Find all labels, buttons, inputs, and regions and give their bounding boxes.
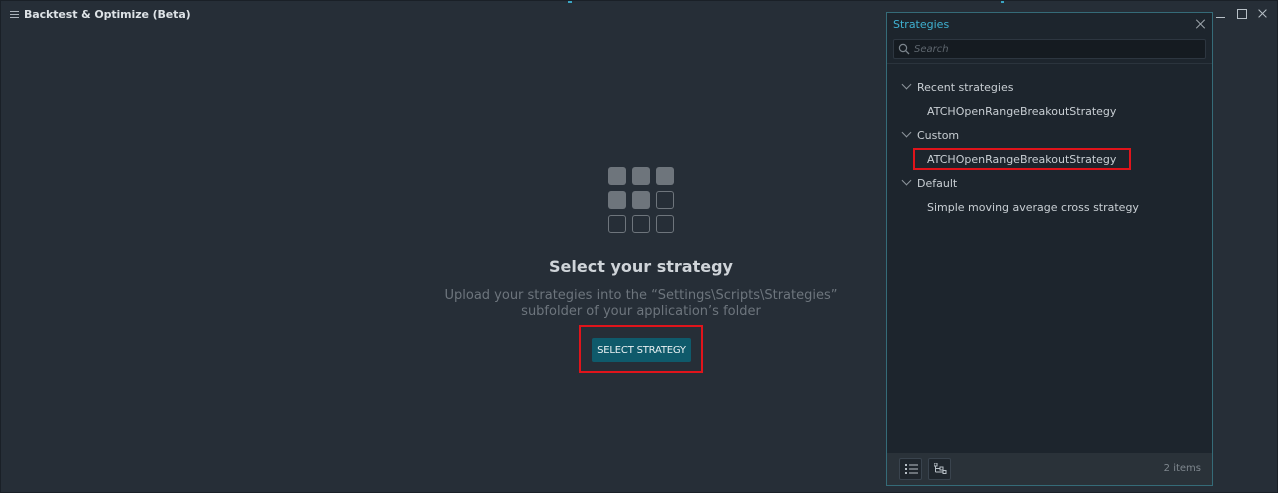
selection-highlight bbox=[913, 148, 1131, 170]
search-input[interactable] bbox=[914, 41, 1194, 57]
chevron-down-icon bbox=[901, 175, 912, 186]
close-icon[interactable] bbox=[1195, 18, 1207, 30]
tree-group-label: Default bbox=[917, 176, 958, 190]
maximize-icon[interactable] bbox=[1235, 7, 1248, 20]
tree-item[interactable]: ATCHOpenRangeBreakoutStrategy bbox=[887, 147, 1212, 171]
strategy-tree: Recent strategies ATCHOpenRangeBreakoutS… bbox=[887, 75, 1212, 219]
tree-item[interactable]: Simple moving average cross strategy bbox=[887, 195, 1212, 219]
list-view-button[interactable] bbox=[899, 458, 922, 480]
tree-group-default[interactable]: Default bbox=[887, 171, 1212, 195]
tree-group-recent[interactable]: Recent strategies bbox=[887, 75, 1212, 99]
close-window-icon[interactable] bbox=[1256, 7, 1269, 20]
window-title: Backtest & Optimize (Beta) bbox=[24, 8, 191, 21]
tree-item[interactable]: ATCHOpenRangeBreakoutStrategy bbox=[887, 99, 1212, 123]
panel-footer: 2 items bbox=[887, 453, 1212, 485]
description-line: subfolder of your application’s folder bbox=[521, 304, 761, 319]
select-strategy-highlight: SELECT STRATEGY bbox=[579, 325, 703, 373]
empty-state-title: Select your strategy bbox=[549, 257, 733, 276]
tree-item-label: ATCHOpenRangeBreakoutStrategy bbox=[927, 104, 1117, 118]
minimize-icon[interactable] bbox=[1214, 7, 1227, 20]
tree-group-label: Recent strategies bbox=[917, 80, 1014, 94]
tree-view-button[interactable] bbox=[928, 458, 951, 480]
tree-item-label: Simple moving average cross strategy bbox=[927, 200, 1139, 214]
search-box[interactable] bbox=[893, 39, 1206, 59]
tree-view-icon bbox=[934, 463, 947, 474]
strategy-grid-icon bbox=[608, 167, 674, 233]
select-strategy-button[interactable]: SELECT STRATEGY bbox=[592, 338, 691, 362]
description-line: Upload your strategies into the “Setting… bbox=[444, 288, 838, 303]
empty-state-description: Upload your strategies into the “Setting… bbox=[441, 288, 841, 320]
panel-header: Strategies bbox=[887, 13, 1212, 37]
app-window: Backtest & Optimize (Beta) Select your s… bbox=[0, 0, 1278, 493]
item-count: 2 items bbox=[1163, 463, 1201, 474]
search-icon bbox=[898, 43, 910, 55]
window-controls bbox=[1214, 7, 1269, 20]
hamburger-menu-icon[interactable] bbox=[10, 11, 19, 19]
tree-group-custom[interactable]: Custom bbox=[887, 123, 1212, 147]
chevron-down-icon bbox=[901, 127, 912, 138]
chevron-down-icon bbox=[901, 79, 912, 90]
tree-group-label: Custom bbox=[917, 128, 960, 142]
list-view-icon bbox=[905, 464, 918, 474]
panel-title: Strategies bbox=[893, 18, 950, 31]
empty-state: Select your strategy Upload your strateg… bbox=[441, 167, 841, 320]
strategies-panel: Strategies Recent strategies ATCHOpenRan… bbox=[886, 12, 1213, 486]
divider bbox=[887, 63, 1212, 64]
